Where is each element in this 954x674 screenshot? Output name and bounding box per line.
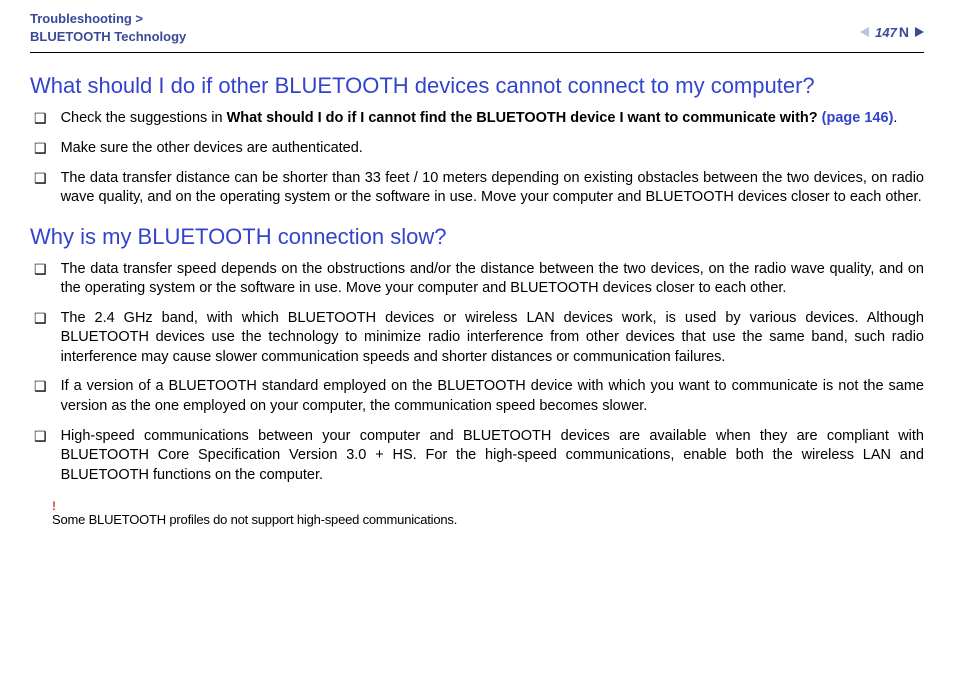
section-1-list: ❑ Check the suggestions in What should I… bbox=[30, 109, 924, 207]
section-heading-2: Why is my BLUETOOTH connection slow? bbox=[30, 224, 924, 250]
list-item-text: The 2.4 GHz band, with which BLUETOOTH d… bbox=[61, 309, 924, 368]
list-item-text: The data transfer distance can be shorte… bbox=[61, 169, 924, 208]
bullet-icon: ❑ bbox=[34, 309, 47, 328]
list-item-text: High-speed communications between your c… bbox=[61, 427, 924, 486]
bullet-icon: ❑ bbox=[34, 260, 47, 279]
list-item-text: Make sure the other devices are authenti… bbox=[61, 139, 363, 159]
page-number: 147 bbox=[875, 25, 897, 40]
bullet-icon: ❑ bbox=[34, 109, 47, 128]
list-item-text: The data transfer speed depends on the o… bbox=[61, 260, 924, 299]
document-page: Troubleshooting > BLUETOOTH Technology 1… bbox=[0, 0, 954, 549]
list-item: ❑ High-speed communications between your… bbox=[30, 427, 924, 486]
list-item: ❑ The 2.4 GHz band, with which BLUETOOTH… bbox=[30, 309, 924, 368]
list-item-text: Check the suggestions in What should I d… bbox=[61, 109, 898, 129]
prev-page-icon[interactable] bbox=[860, 27, 869, 37]
section-2-list: ❑ The data transfer speed depends on the… bbox=[30, 260, 924, 486]
bullet-icon: ❑ bbox=[34, 139, 47, 158]
bullet-icon: ❑ bbox=[34, 377, 47, 396]
page-header: Troubleshooting > BLUETOOTH Technology 1… bbox=[30, 10, 924, 53]
list-item: ❑ Check the suggestions in What should I… bbox=[30, 109, 924, 129]
breadcrumb: Troubleshooting > BLUETOOTH Technology bbox=[30, 10, 186, 46]
list-item: ❑ The data transfer distance can be shor… bbox=[30, 169, 924, 208]
list-item: ❑ The data transfer speed depends on the… bbox=[30, 260, 924, 299]
section-heading-1: What should I do if other BLUETOOTH devi… bbox=[30, 73, 924, 99]
page-nav: 147 N bbox=[860, 24, 924, 40]
note-block: ! Some BLUETOOTH profiles do not support… bbox=[52, 499, 924, 529]
bullet-icon: ❑ bbox=[34, 427, 47, 446]
note-text: Some BLUETOOTH profiles do not support h… bbox=[52, 512, 457, 527]
list-item: ❑ If a version of a BLUETOOTH standard e… bbox=[30, 377, 924, 416]
list-item-text: If a version of a BLUETOOTH standard emp… bbox=[61, 377, 924, 416]
list-item: ❑ Make sure the other devices are authen… bbox=[30, 139, 924, 159]
page-indicator-icon: N bbox=[899, 24, 909, 40]
breadcrumb-current: BLUETOOTH Technology bbox=[30, 29, 186, 44]
next-page-icon[interactable] bbox=[915, 27, 924, 37]
bullet-icon: ❑ bbox=[34, 169, 47, 188]
page-link[interactable]: (page 146) bbox=[822, 110, 894, 126]
breadcrumb-parent: Troubleshooting > bbox=[30, 11, 143, 26]
